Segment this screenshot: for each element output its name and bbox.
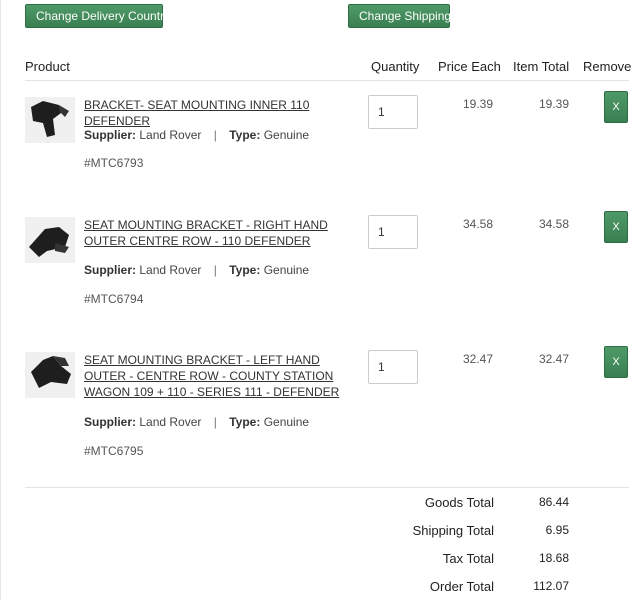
supplier-value: Land Rover: [139, 415, 202, 429]
item-total: 19.39: [538, 97, 569, 111]
product-thumbnail[interactable]: [25, 352, 75, 398]
change-delivery-country-button[interactable]: Change Delivery Country: [25, 4, 170, 28]
price-each: 32.47: [462, 352, 493, 366]
product-meta: Supplier: Land Rover | Type: Genuine: [84, 263, 309, 277]
goods-total-value: 86.44: [538, 495, 569, 509]
tax-total-value: 18.68: [538, 551, 569, 565]
shipping-total-value: 6.95: [545, 523, 569, 537]
product-sku: #MTC6794: [84, 292, 144, 306]
supplier-value: Land Rover: [139, 128, 202, 142]
price-each: 34.58: [462, 217, 493, 231]
change-shipping-button[interactable]: Change Shipping: [348, 4, 451, 28]
item-total: 34.58: [538, 217, 569, 231]
product-name-link[interactable]: SEAT MOUNTING BRACKET - RIGHT HAND OUTER…: [84, 217, 356, 249]
product-meta: Supplier: Land Rover | Type: Genuine: [84, 415, 309, 429]
supplier-label: Supplier:: [84, 415, 137, 429]
quantity-input[interactable]: [368, 215, 418, 249]
product-name-link[interactable]: SEAT MOUNTING BRACKET - LEFT HAND OUTER …: [84, 352, 356, 400]
remove-item-button[interactable]: X: [604, 346, 628, 378]
cart-row: SEAT MOUNTING BRACKET - LEFT HAND OUTER …: [0, 346, 639, 482]
quantity-input[interactable]: [368, 350, 418, 384]
type-value: Genuine: [263, 415, 310, 429]
type-value: Genuine: [263, 263, 310, 277]
price-each: 19.39: [462, 97, 493, 111]
remove-item-button[interactable]: X: [604, 211, 628, 243]
meta-separator: |: [213, 128, 217, 142]
meta-separator: |: [213, 415, 217, 429]
product-thumbnail[interactable]: [25, 217, 75, 263]
cart-row: SEAT MOUNTING BRACKET - RIGHT HAND OUTER…: [0, 211, 639, 347]
order-total-value: 112.07: [533, 579, 569, 593]
type-value: Genuine: [263, 128, 310, 142]
goods-total-label: Goods Total: [424, 495, 494, 510]
column-header-item-total: Item Total: [513, 59, 570, 74]
product-sku: #MTC6795: [84, 444, 144, 458]
summary-divider: [25, 487, 629, 488]
product-sku: #MTC6793: [84, 156, 144, 170]
header-divider: [25, 80, 629, 81]
shipping-total-label: Shipping Total: [412, 523, 494, 538]
type-label: Type:: [229, 128, 261, 142]
column-header-remove: Remove: [583, 59, 632, 74]
supplier-value: Land Rover: [139, 263, 202, 277]
quantity-input[interactable]: [368, 95, 418, 129]
product-name-link[interactable]: BRACKET- SEAT MOUNTING INNER 110 DEFENDE…: [84, 97, 356, 129]
product-thumbnail[interactable]: [25, 97, 75, 143]
remove-item-button[interactable]: X: [604, 91, 628, 123]
type-label: Type:: [229, 415, 261, 429]
column-header-product: Product: [25, 59, 70, 74]
order-total-label: Order Total: [429, 579, 494, 594]
product-meta: Supplier: Land Rover | Type: Genuine: [84, 128, 309, 142]
meta-separator: |: [213, 263, 217, 277]
column-header-quantity: Quantity: [371, 59, 420, 74]
column-header-price-each: Price Each: [438, 59, 501, 74]
item-total: 32.47: [538, 352, 569, 366]
tax-total-label: Tax Total: [442, 551, 494, 566]
supplier-label: Supplier:: [84, 263, 137, 277]
supplier-label: Supplier:: [84, 128, 137, 142]
type-label: Type:: [229, 263, 261, 277]
cart-row: BRACKET- SEAT MOUNTING INNER 110 DEFENDE…: [0, 91, 639, 227]
